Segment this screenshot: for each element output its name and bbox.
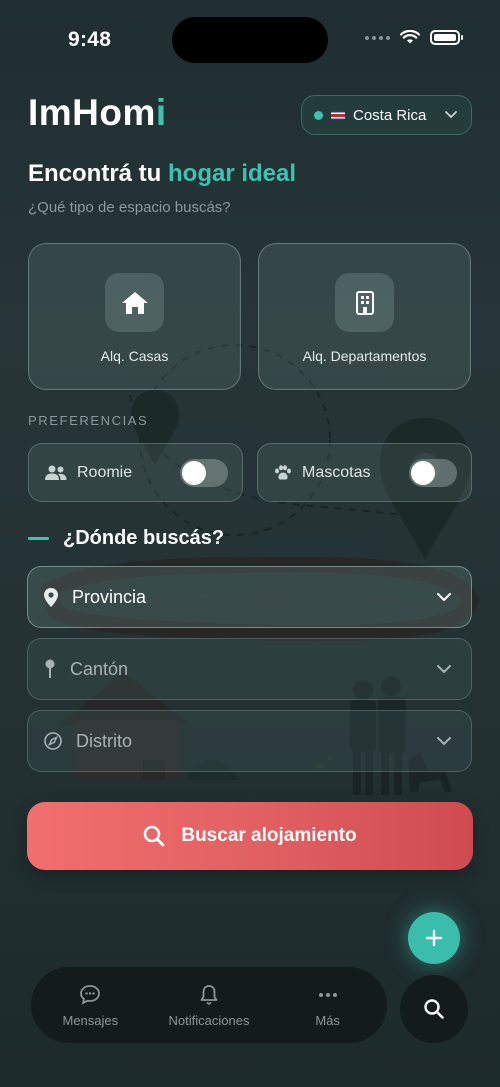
tab-notificaciones[interactable]: Notificaciones bbox=[154, 983, 264, 1028]
page-headline: Encontrá tu hogar ideal bbox=[28, 160, 296, 188]
search-accommodation-button[interactable]: Buscar alojamiento bbox=[27, 802, 473, 870]
provincia-label: Provincia bbox=[72, 586, 147, 607]
people-icon bbox=[45, 465, 67, 480]
wifi-icon bbox=[400, 30, 420, 44]
compass-icon bbox=[44, 732, 62, 750]
battery-icon bbox=[430, 30, 463, 45]
status-icons bbox=[365, 30, 463, 45]
search-button-label: Buscar alojamiento bbox=[181, 825, 357, 846]
status-time: 9:48 bbox=[68, 28, 112, 51]
logo-accent: i bbox=[155, 92, 167, 133]
tab-label: Notificaciones bbox=[168, 1012, 250, 1028]
tab-label: Más bbox=[315, 1012, 340, 1028]
house-icon-box bbox=[105, 273, 164, 332]
preferences-title: PREFERENCIAS bbox=[28, 413, 149, 428]
dynamic-island bbox=[172, 17, 328, 63]
search-fab[interactable] bbox=[400, 975, 468, 1043]
space-type-departamentos[interactable]: Alq. Departamentos bbox=[258, 243, 471, 390]
preference-mascotas: Mascotas bbox=[257, 443, 472, 502]
location-pin-icon bbox=[44, 587, 58, 607]
app-logo: ImHomi bbox=[28, 92, 167, 134]
paw-icon bbox=[275, 464, 291, 480]
building-icon-box bbox=[335, 273, 394, 332]
location-section-title: ¿Dónde buscás? bbox=[28, 527, 224, 550]
chevron-down-icon bbox=[437, 592, 451, 601]
map-pin-icon bbox=[45, 659, 55, 678]
canton-label: Cantón bbox=[70, 658, 129, 679]
search-icon bbox=[144, 825, 165, 847]
add-button[interactable] bbox=[408, 912, 460, 964]
location-title: ¿Dónde buscás? bbox=[63, 527, 225, 549]
distrito-label: Distrito bbox=[76, 730, 133, 751]
accent-bar bbox=[28, 537, 49, 540]
roomie-toggle[interactable] bbox=[180, 459, 228, 487]
toggle-knob bbox=[411, 461, 435, 485]
chevron-down-icon bbox=[437, 736, 451, 745]
status-dot bbox=[314, 110, 323, 120]
status-bar: 9:48 bbox=[0, 0, 500, 80]
search-icon bbox=[424, 999, 444, 1019]
page-subheadline: ¿Qué tipo de espacio buscás? bbox=[28, 199, 231, 216]
chat-icon bbox=[80, 985, 101, 1005]
chevron-down-icon bbox=[445, 111, 457, 119]
country-name: Costa Rica bbox=[353, 106, 427, 124]
provincia-select[interactable]: Provincia bbox=[27, 566, 472, 628]
preference-roomie: Roomie bbox=[28, 443, 243, 502]
tab-mensajes[interactable]: Mensajes bbox=[35, 983, 145, 1028]
toggle-knob bbox=[182, 461, 206, 485]
house-icon bbox=[121, 291, 148, 314]
signal-icon bbox=[365, 35, 390, 40]
country-selector[interactable]: Costa Rica bbox=[301, 95, 472, 135]
headline-highlight: hogar ideal bbox=[168, 160, 297, 187]
space-type-label: Alq. Casas bbox=[100, 348, 169, 364]
preference-label: Roomie bbox=[77, 463, 133, 481]
space-type-casas[interactable]: Alq. Casas bbox=[28, 243, 241, 390]
canton-select[interactable]: Cantón bbox=[27, 638, 472, 700]
mascotas-toggle[interactable] bbox=[409, 459, 457, 487]
headline-prefix: Encontrá tu bbox=[28, 160, 169, 187]
bottom-tab-bar: Mensajes Notificaciones Más bbox=[31, 967, 387, 1043]
cr-flag-icon bbox=[331, 110, 345, 120]
more-icon bbox=[318, 992, 337, 997]
distrito-select[interactable]: Distrito bbox=[27, 710, 472, 772]
chevron-down-icon bbox=[437, 664, 451, 673]
space-type-label: Alq. Departamentos bbox=[302, 348, 427, 364]
bell-icon bbox=[200, 984, 218, 1005]
plus-icon bbox=[425, 929, 443, 947]
tab-mas[interactable]: Más bbox=[273, 983, 383, 1028]
preference-label: Mascotas bbox=[302, 463, 371, 481]
tab-label: Mensajes bbox=[62, 1012, 119, 1028]
logo-text: ImHom bbox=[28, 92, 156, 133]
building-icon bbox=[355, 290, 374, 315]
